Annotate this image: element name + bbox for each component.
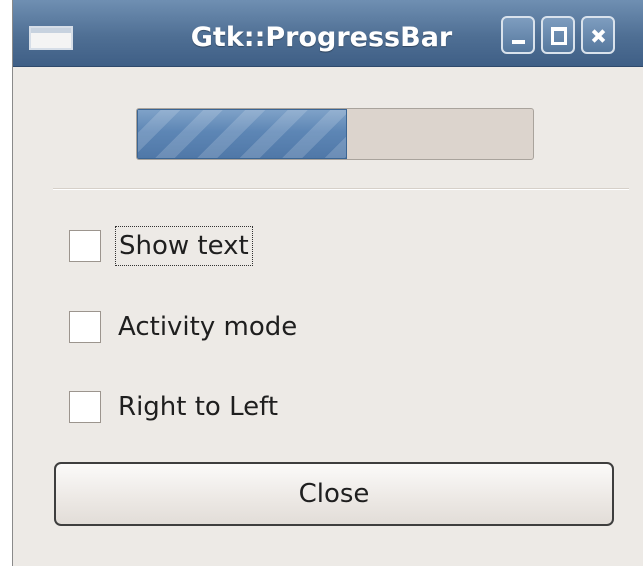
maximize-button[interactable] [541, 16, 575, 54]
minimize-button[interactable] [501, 16, 535, 54]
right-to-left-label[interactable]: Right to Left [115, 387, 281, 427]
close-button[interactable]: Close [54, 462, 614, 526]
progress-fill [137, 109, 347, 159]
maximize-icon [543, 18, 573, 52]
progress-bar [136, 108, 534, 160]
close-window-button[interactable] [581, 16, 615, 54]
minimize-icon [503, 18, 533, 52]
activity-mode-label[interactable]: Activity mode [115, 307, 300, 347]
title-bar[interactable]: Gtk::ProgressBar [13, 0, 643, 67]
right-to-left-checkbox[interactable] [69, 391, 101, 423]
separator [53, 188, 629, 190]
show-text-label[interactable]: Show text [115, 226, 253, 266]
show-text-checkbox[interactable] [69, 230, 101, 262]
close-icon [583, 18, 613, 52]
activity-mode-checkbox[interactable] [69, 311, 101, 343]
progressbar-window: Gtk::ProgressBar Show text Activity mode… [12, 0, 643, 566]
